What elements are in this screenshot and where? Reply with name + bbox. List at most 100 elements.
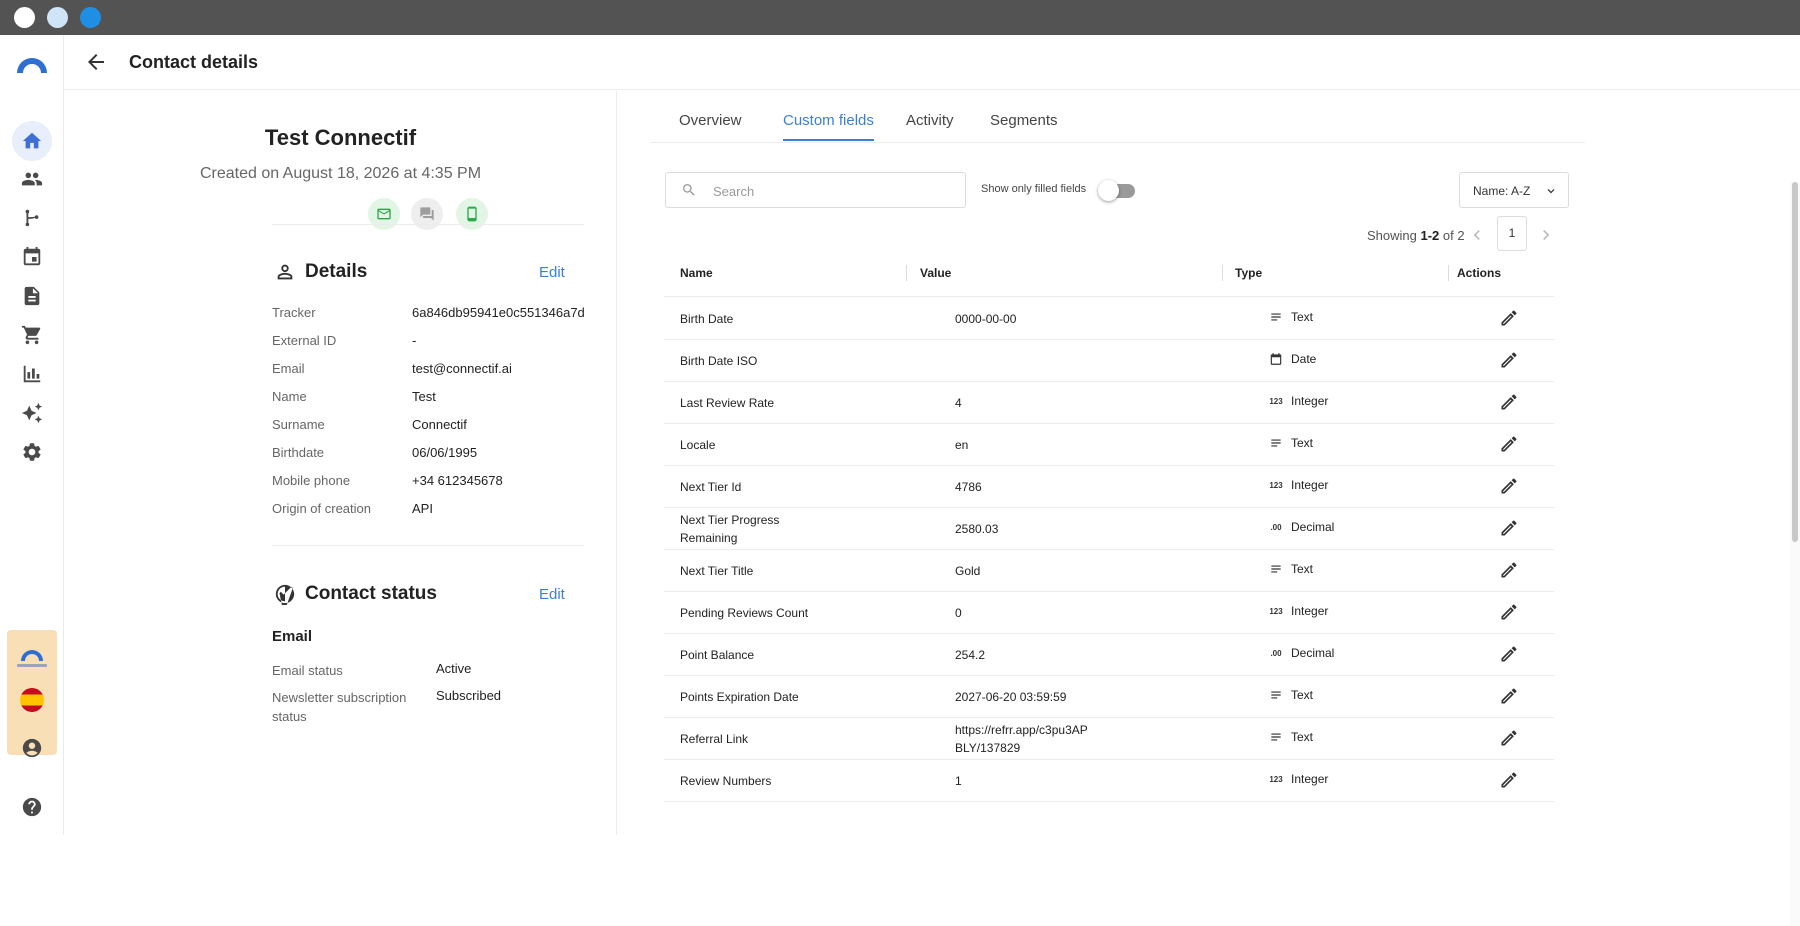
edit-pencil-icon[interactable] [1499,392,1521,414]
field-name-cell: Next Tier Id [680,480,742,494]
search-input[interactable] [713,181,953,201]
field-name-cell: Birth Date [680,312,734,326]
edit-pencil-icon[interactable] [1499,560,1521,582]
field-type-label: Text [1291,688,1314,702]
scrollbar[interactable] [1790,182,1800,926]
table-row: Point Balance 254.2 .00 Decimal [664,634,1554,676]
table-row: Last Review Rate 4 123 Integer [664,382,1554,424]
mobile-channel-icon[interactable] [456,198,488,230]
field-type-cell: .00 Decimal [1269,646,1334,660]
account-logo-icon [21,650,43,661]
edit-pencil-icon[interactable] [1499,476,1521,498]
field-type-label: Integer [1291,772,1329,786]
edit-pencil-icon[interactable] [1499,770,1521,792]
field-value: Connectif [412,417,467,432]
tab-activity[interactable]: Activity [906,112,954,139]
cart-icon[interactable] [20,323,44,347]
edit-pencil-icon[interactable] [1499,686,1521,708]
decimal-icon: .00 [1270,648,1282,658]
text-icon [1269,562,1283,576]
edit-pencil-icon[interactable] [1499,308,1521,330]
scrollbar-thumb[interactable] [1792,182,1798,542]
field-name-cell: Points Expiration Date [680,690,799,704]
field-type-label: Integer [1291,478,1329,492]
window-minimize-button[interactable] [47,7,68,28]
field-value-cell: 2027-06-20 03:59:59 [955,690,1067,704]
column-header-actions: Actions [1457,266,1502,280]
column-header-value[interactable]: Value [920,266,951,280]
column-header-type[interactable]: Type [1235,266,1262,280]
toggle-knob [1098,180,1119,201]
email-channel-icon[interactable] [368,198,400,230]
edit-pencil-icon[interactable] [1499,518,1521,540]
user-account-icon[interactable] [20,736,44,760]
column-divider [1222,265,1223,281]
search-icon [683,184,695,196]
field-value-cell: 1 [955,774,962,788]
tab-overview[interactable]: Overview [679,112,742,139]
document-icon[interactable] [20,284,44,308]
field-label: Email status [272,663,343,678]
edit-pencil-icon[interactable] [1499,350,1521,372]
contact-status-edit-link[interactable]: Edit [539,586,565,603]
field-type-cell: Text [1269,688,1313,702]
settings-gear-icon[interactable] [20,440,44,464]
field-value: test@connectif.ai [412,361,512,376]
search-box[interactable] [665,172,966,208]
filled-fields-toggle[interactable] [1098,180,1135,201]
text-icon [1269,688,1283,702]
home-icon[interactable] [12,121,52,161]
analytics-icon[interactable] [20,362,44,386]
field-type-label: Text [1291,436,1314,450]
edit-pencil-icon[interactable] [1499,644,1521,666]
edit-pencil-icon[interactable] [1499,602,1521,624]
tab-bar: Overview Custom fields Activity Segments [650,91,1585,143]
back-arrow-icon[interactable] [84,50,108,74]
details-section-header: Details [274,261,367,283]
tab-custom-fields[interactable]: Custom fields [783,112,874,141]
field-value: Subscribed [436,688,502,703]
tab-segments[interactable]: Segments [990,112,1058,139]
divider [272,545,584,546]
field-value: API [412,501,433,516]
app-logo-icon[interactable] [15,54,49,74]
column-divider [906,265,907,281]
table-row: Next Tier Title Gold Text [664,550,1554,592]
field-name-cell: Referral Link [680,732,749,746]
sort-select[interactable]: Name: A-Z [1459,172,1569,208]
details-title: Details [305,261,368,282]
help-icon[interactable] [20,795,44,819]
text-icon [1269,730,1283,744]
field-value: - [412,333,417,348]
field-type-cell: 123 Integer [1269,394,1328,408]
details-edit-link[interactable]: Edit [539,264,565,281]
field-label: Mobile phone [272,473,351,488]
field-type-label: Integer [1291,604,1329,618]
table-row: Referral Link https://refrr.app/c3pu3AP B… [664,718,1554,760]
window-maximize-button[interactable] [80,7,101,28]
page-title: Contact details [129,52,259,72]
field-type-label: Integer [1291,394,1329,408]
field-name-cell: Pending Reviews Count [680,606,809,620]
detail-row-surname: Surname Connectif [272,417,592,437]
field-value-cell: 4 [955,396,962,410]
calendar-icon[interactable] [20,245,44,269]
column-header-name[interactable]: Name [680,266,713,280]
edit-pencil-icon[interactable] [1499,434,1521,456]
field-value-cell: en [955,438,969,452]
edit-pencil-icon[interactable] [1499,728,1521,750]
field-name-cell: Locale [680,438,716,452]
detail-row-external-id: External ID - [272,333,592,353]
workflow-icon[interactable] [20,206,44,230]
field-type-cell: Text [1269,562,1313,576]
field-type-cell: Text [1269,730,1313,744]
field-type-label: Decimal [1291,520,1335,534]
sparkle-ai-icon[interactable] [20,401,44,425]
window-close-button[interactable] [14,7,35,28]
detail-row-mobile-phone: Mobile phone +34 612345678 [272,473,592,493]
integer-icon: 123 [1269,480,1283,490]
contacts-icon[interactable] [20,167,44,191]
calendar-icon [1269,352,1283,366]
chat-channel-icon[interactable] [411,198,443,230]
field-value-cell: https://refrr.app/c3pu3AP BLY/137829 [955,723,1088,755]
